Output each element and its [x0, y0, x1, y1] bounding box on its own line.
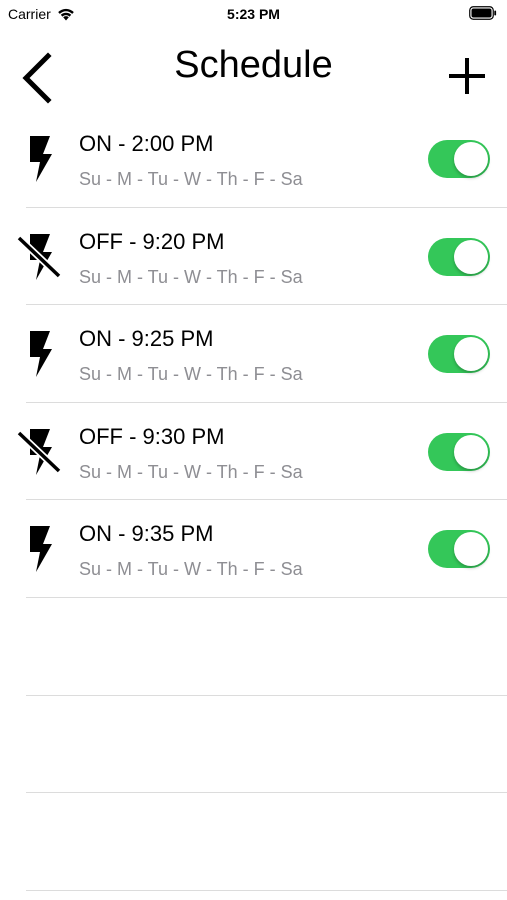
page-title: Schedule	[174, 44, 333, 86]
empty-row	[0, 793, 507, 891]
toggle-knob	[454, 142, 488, 176]
flash-on-icon	[30, 526, 52, 573]
flash-off-icon	[16, 425, 62, 477]
schedule-days: Su - M - Tu - W - Th - F - Sa	[79, 266, 303, 287]
plus-icon	[449, 58, 485, 94]
schedule-row[interactable]: ON - 9:25 PM Su - M - Tu - W - Th - F - …	[0, 305, 507, 403]
flash-off-icon	[16, 230, 62, 282]
schedule-title: ON - 9:25 PM	[79, 326, 214, 352]
flash-on-icon	[30, 331, 52, 378]
schedule-days: Su - M - Tu - W - Th - F - Sa	[79, 559, 303, 580]
status-time: 5:23 PM	[227, 6, 280, 22]
empty-row	[0, 696, 507, 794]
schedule-toggle[interactable]	[428, 432, 490, 471]
schedule-days: Su - M - Tu - W - Th - F - Sa	[79, 169, 303, 189]
schedule-row[interactable]: ON - 9:35 PM Su - M - Tu - W - Th - F - …	[0, 500, 507, 598]
toggle-knob	[454, 532, 488, 567]
navigation-bar: Schedule	[0, 30, 507, 118]
schedule-title: OFF - 9:20 PM	[79, 228, 225, 254]
empty-row	[0, 598, 507, 696]
toggle-knob	[454, 337, 488, 372]
schedule-toggle[interactable]	[428, 237, 490, 276]
schedule-toggle[interactable]	[428, 140, 490, 178]
schedule-toggle[interactable]	[428, 530, 490, 569]
toggle-knob	[454, 434, 488, 469]
schedule-title: OFF - 9:30 PM	[79, 423, 225, 449]
schedule-row[interactable]: OFF - 9:20 PM Su - M - Tu - W - Th - F -…	[0, 208, 507, 306]
schedule-toggle[interactable]	[428, 335, 490, 374]
schedule-days: Su - M - Tu - W - Th - F - Sa	[79, 461, 303, 482]
schedule-list: ON - 2:00 PM Su - M - Tu - W - Th - F - …	[0, 110, 507, 891]
flash-on-icon	[30, 136, 52, 182]
toggle-knob	[454, 239, 488, 274]
schedule-row[interactable]: ON - 2:00 PM Su - M - Tu - W - Th - F - …	[0, 110, 507, 208]
add-schedule-button[interactable]	[447, 56, 487, 96]
schedule-title: ON - 9:35 PM	[79, 521, 214, 547]
battery-icon	[469, 6, 497, 20]
status-bar: Carrier 5:23 PM	[0, 0, 507, 30]
schedule-screen: Carrier 5:23 PM Schedule ON - 2:00 PM Su…	[0, 0, 507, 900]
schedule-days: Su - M - Tu - W - Th - F - Sa	[79, 364, 303, 385]
schedule-title: ON - 2:00 PM	[79, 131, 214, 156]
schedule-row[interactable]: OFF - 9:30 PM Su - M - Tu - W - Th - F -…	[0, 403, 507, 501]
